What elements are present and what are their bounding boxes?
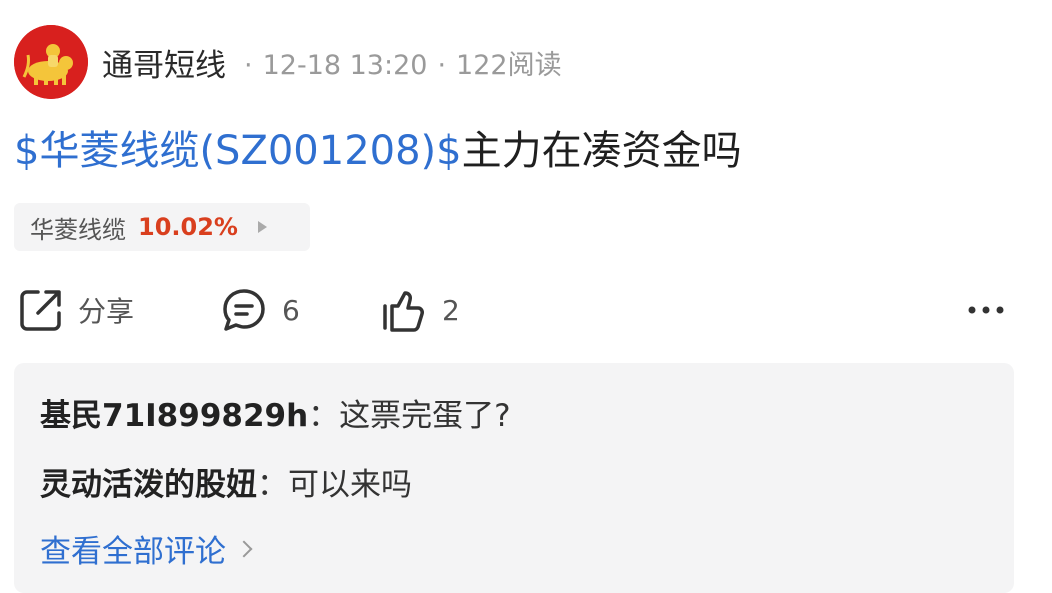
stock-tag-link[interactable]: $华菱线缆(SZ001208)$ — [14, 128, 462, 174]
post-header: 通哥短线 · 12-18 13:20 · 122阅读 — [14, 24, 562, 100]
more-button[interactable] — [964, 280, 1008, 340]
share-label: 分享 — [78, 295, 135, 328]
action-bar: 分享 6 2 — [0, 280, 1052, 340]
like-button[interactable]: 2 — [380, 280, 460, 340]
comment-button[interactable]: 6 — [220, 280, 300, 340]
separator-dot: · — [437, 49, 447, 81]
separator-dot: · — [244, 49, 253, 81]
post-title-text: 主力在凑资金吗 — [461, 128, 742, 174]
stock-change: 10.02% — [138, 213, 238, 241]
comment-text: 可以来吗 — [288, 467, 412, 503]
comment-author[interactable]: 灵动活泼的股妞 — [40, 467, 257, 503]
comment-item[interactable]: 灵动活泼的股妞：可以来吗 — [40, 459, 412, 504]
share-icon — [20, 290, 61, 331]
more-dots-icon — [968, 306, 1004, 314]
comment-separator: ： — [257, 467, 288, 503]
comment-text: 这票完蛋了? — [339, 398, 511, 434]
play-arrow-icon — [257, 221, 267, 233]
thumbs-up-icon — [383, 291, 424, 332]
comment-icon — [223, 289, 265, 331]
author-name[interactable]: 通哥短线 — [102, 40, 226, 85]
comments-preview: 基民71I899829h：这票完蛋了? 灵动活泼的股妞：可以来吗 查看全部评论 — [14, 363, 1014, 593]
avatar[interactable] — [14, 25, 88, 99]
post-meta: · 12-18 13:20 · 122阅读 — [234, 43, 562, 82]
post-time: 12-18 13:20 — [262, 49, 428, 81]
stock-name: 华菱线缆 — [30, 215, 126, 244]
view-all-comments-link[interactable]: 查看全部评论 — [40, 526, 253, 571]
view-count: 122阅读 — [456, 49, 562, 81]
comment-separator: ： — [308, 398, 340, 434]
comment-author[interactable]: 基民71I899829h — [40, 398, 308, 434]
comment-item[interactable]: 基民71I899829h：这票完蛋了? — [40, 390, 511, 435]
like-count: 2 — [442, 293, 460, 327]
view-all-label: 查看全部评论 — [40, 534, 226, 570]
post-title: $华菱线缆(SZ001208)$主力在凑资金吗 — [14, 124, 742, 178]
share-button[interactable]: 分享 — [18, 280, 134, 340]
stock-chip[interactable]: 华菱线缆 10.02% — [14, 203, 310, 251]
ox-avatar-icon — [14, 25, 88, 99]
comment-count: 6 — [282, 293, 300, 327]
chevron-right-icon — [235, 540, 253, 557]
